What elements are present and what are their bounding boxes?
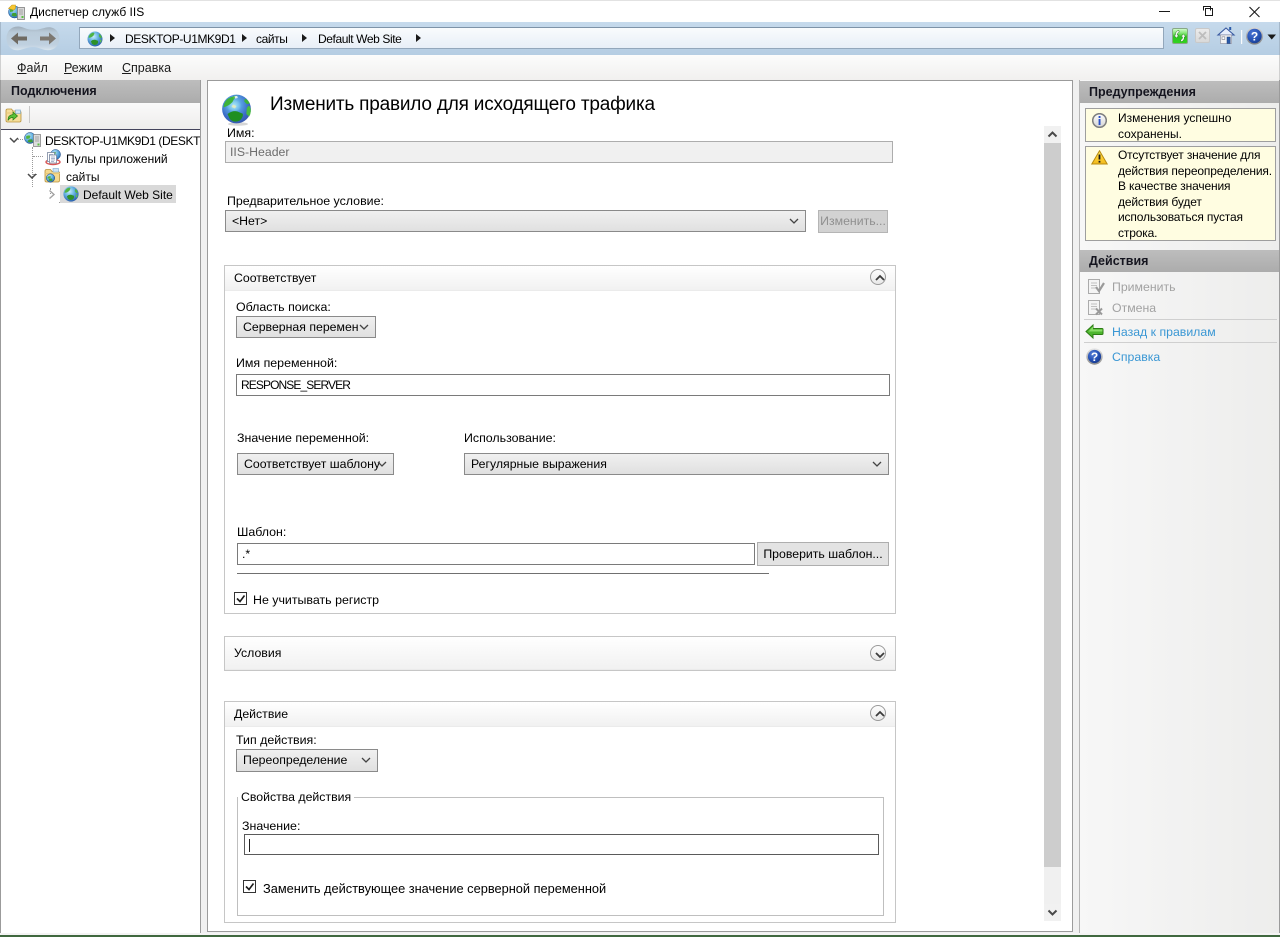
svg-text:?: ? — [1251, 30, 1258, 44]
svg-text:?: ? — [1091, 350, 1098, 364]
